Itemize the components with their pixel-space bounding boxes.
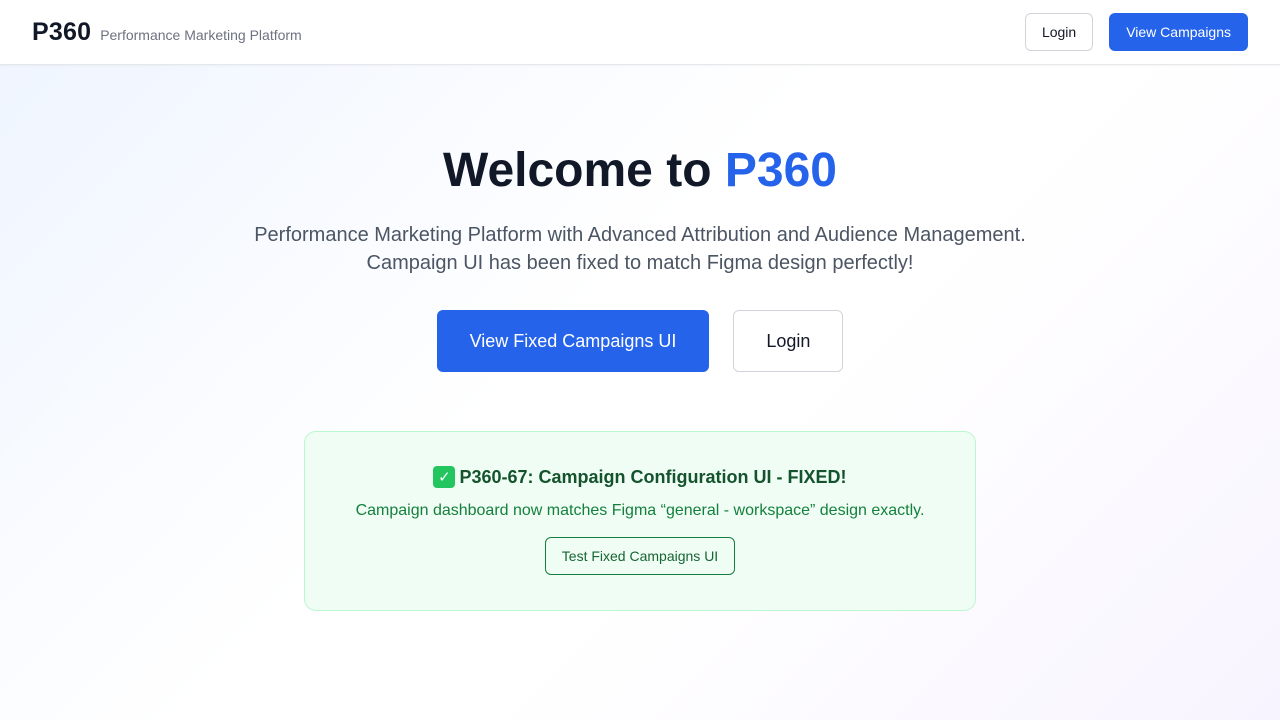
brand-tagline: Performance Marketing Platform (100, 26, 302, 43)
hero-title-prefix: Welcome to (443, 144, 725, 197)
view-campaigns-button[interactable]: View Campaigns (1109, 13, 1248, 51)
hero-section: Welcome to P360 Performance Marketing Pl… (0, 65, 1280, 372)
view-fixed-campaigns-button[interactable]: View Fixed Campaigns UI (436, 310, 710, 372)
notice-title: P360-67: Campaign Configuration UI - FIX… (459, 466, 847, 487)
logo[interactable]: P360 (32, 18, 91, 47)
hero-title: Welcome to P360 (0, 143, 1280, 199)
top-navbar: P360 Performance Marketing Platform Logi… (0, 0, 1280, 65)
hero-subtitle: Performance Marketing Platform with Adva… (0, 221, 1280, 277)
hero-title-accent: P360 (724, 144, 837, 197)
hero-login-button[interactable]: Login (733, 310, 844, 372)
nav-actions: Login View Campaigns (1024, 13, 1248, 51)
notice-title-row: ✓ P360-67: Campaign Configuration UI - F… (305, 466, 975, 488)
hero-actions: View Fixed Campaigns UI Login (0, 310, 1280, 372)
check-mark-icon: ✓ (433, 466, 456, 488)
fix-notice-card: ✓ P360-67: Campaign Configuration UI - F… (304, 431, 976, 611)
hero-subtitle-line2: Campaign UI has been fixed to match Figm… (366, 252, 914, 274)
test-fixed-campaigns-button[interactable]: Test Fixed Campaigns UI (544, 537, 736, 575)
hero-subtitle-line1: Performance Marketing Platform with Adva… (254, 224, 1026, 246)
header-login-button[interactable]: Login (1024, 13, 1094, 51)
brand: P360 Performance Marketing Platform (32, 18, 302, 47)
notice-text: Campaign dashboard now matches Figma “ge… (355, 502, 925, 519)
